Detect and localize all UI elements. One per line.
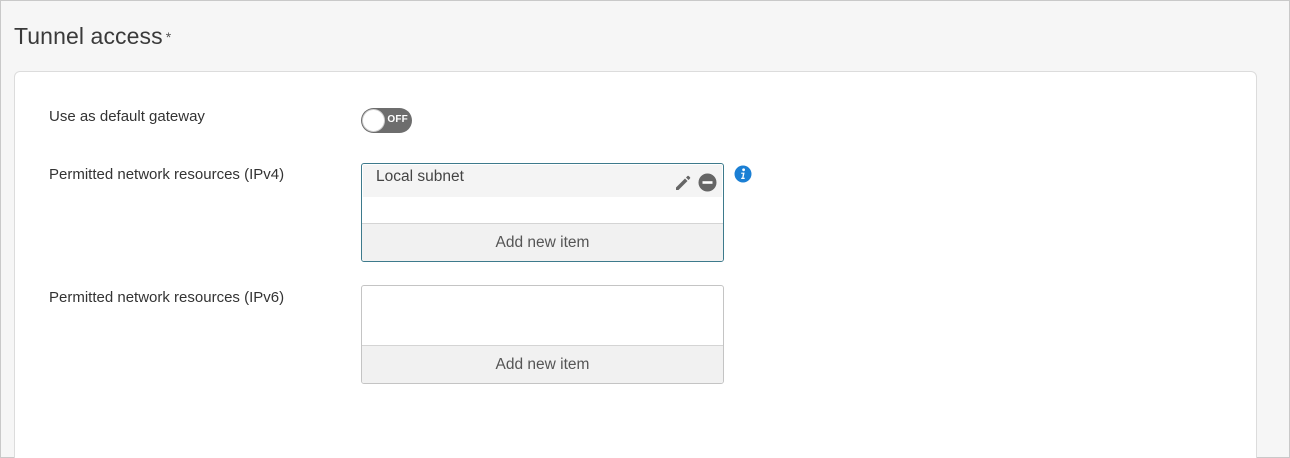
ipv6-resources-label: Permitted network resources (IPv6) xyxy=(49,289,285,306)
info-icon[interactable] xyxy=(734,165,752,183)
section-title-text: Tunnel access xyxy=(14,23,163,49)
remove-icon[interactable] xyxy=(698,173,717,192)
ipv4-add-new-item-button[interactable]: Add new item xyxy=(362,223,723,261)
toggle-knob xyxy=(362,109,385,132)
section-title: Tunnel access * xyxy=(14,23,171,50)
toggle-state-text: OFF xyxy=(387,114,408,125)
default-gateway-toggle[interactable]: OFF xyxy=(361,108,412,133)
default-gateway-label: Use as default gateway xyxy=(49,108,205,125)
tunnel-access-section: Tunnel access * Use as default gateway OF… xyxy=(0,0,1290,458)
list-item-label: Local subnet xyxy=(376,168,464,185)
list-item: Local subnet xyxy=(363,165,722,197)
ipv6-resources-list: Add new item xyxy=(361,285,724,384)
required-mark: * xyxy=(165,29,172,45)
ipv6-add-new-item-button[interactable]: Add new item xyxy=(362,345,723,383)
ipv4-resources-label: Permitted network resources (IPv4) xyxy=(49,166,285,183)
ipv4-resources-list: Local subnet Add new item xyxy=(361,163,724,262)
pencil-icon[interactable] xyxy=(672,172,694,194)
settings-panel xyxy=(14,71,1257,458)
